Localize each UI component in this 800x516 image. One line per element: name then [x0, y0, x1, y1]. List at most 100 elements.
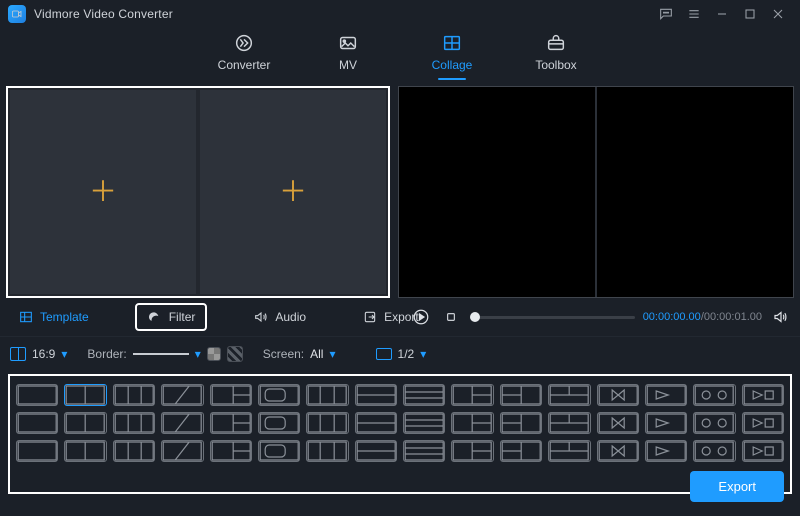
- template-thumb[interactable]: [16, 440, 58, 462]
- template-thumb[interactable]: [500, 384, 542, 406]
- template-thumb[interactable]: [451, 412, 493, 434]
- template-thumb[interactable]: [645, 384, 687, 406]
- template-thumb[interactable]: [403, 384, 445, 406]
- tab-label: Audio: [275, 310, 306, 324]
- tab-label: Filter: [169, 310, 196, 324]
- aspect-ratio-select[interactable]: 16:9 ▾: [10, 347, 67, 361]
- template-thumb[interactable]: [306, 412, 348, 434]
- stop-button[interactable]: [440, 306, 462, 328]
- add-media-icon: ＋: [89, 178, 117, 206]
- nav-label: Collage: [432, 58, 473, 72]
- export-icon: [362, 309, 378, 325]
- seek-slider[interactable]: [470, 316, 635, 319]
- template-thumb[interactable]: [210, 440, 252, 462]
- nav-mv[interactable]: MV: [320, 32, 376, 80]
- chevron-down-icon: ▾: [329, 347, 335, 361]
- feedback-icon[interactable]: [652, 0, 680, 28]
- template-thumb[interactable]: [161, 440, 203, 462]
- border-thickness-select[interactable]: [133, 353, 189, 355]
- template-thumb[interactable]: [161, 412, 203, 434]
- template-thumb[interactable]: [258, 412, 300, 434]
- template-thumb[interactable]: [548, 384, 590, 406]
- aspect-ratio-value: 16:9: [32, 347, 55, 361]
- time-current: 00:00:00.00: [643, 311, 701, 323]
- mv-icon: [337, 32, 359, 54]
- template-thumb[interactable]: [451, 440, 493, 462]
- template-thumb[interactable]: [355, 440, 397, 462]
- template-thumb[interactable]: [64, 440, 106, 462]
- page-option[interactable]: 1/2 ▾: [376, 347, 427, 361]
- template-thumb[interactable]: [113, 440, 155, 462]
- chevron-down-icon: ▾: [195, 347, 201, 361]
- template-thumb[interactable]: [645, 412, 687, 434]
- nav-converter[interactable]: Converter: [216, 32, 272, 80]
- template-thumb[interactable]: [403, 412, 445, 434]
- app-title: Vidmore Video Converter: [34, 7, 173, 21]
- template-thumb[interactable]: [306, 384, 348, 406]
- volume-button[interactable]: [770, 306, 792, 328]
- template-thumb[interactable]: [113, 384, 155, 406]
- collage-canvas: ＋ ＋: [6, 86, 390, 298]
- template-thumb[interactable]: [693, 440, 735, 462]
- template-thumb[interactable]: [500, 412, 542, 434]
- panel-tabs: Template Filter Audio Export: [0, 300, 404, 334]
- template-thumb[interactable]: [161, 384, 203, 406]
- nav-toolbox[interactable]: Toolbox: [528, 32, 584, 80]
- tab-label: Template: [40, 310, 89, 324]
- template-thumb[interactable]: [597, 440, 639, 462]
- time-display: 00:00:00.00/00:00:01.00: [643, 311, 762, 323]
- export-button[interactable]: Export: [690, 471, 784, 502]
- template-thumb[interactable]: [64, 384, 106, 406]
- collage-slot-1[interactable]: ＋: [10, 90, 196, 294]
- template-thumb[interactable]: [355, 384, 397, 406]
- tab-template[interactable]: Template: [8, 305, 99, 329]
- template-thumb[interactable]: [16, 412, 58, 434]
- seek-thumb[interactable]: [470, 312, 480, 322]
- time-total: 00:00:01.00: [704, 311, 762, 323]
- template-thumb[interactable]: [258, 384, 300, 406]
- nav-collage[interactable]: Collage: [424, 32, 480, 80]
- screen-select[interactable]: All: [310, 347, 323, 361]
- tab-audio[interactable]: Audio: [243, 305, 316, 329]
- template-thumb[interactable]: [742, 412, 784, 434]
- template-thumb[interactable]: [258, 440, 300, 462]
- template-thumb[interactable]: [742, 384, 784, 406]
- border-color-picker[interactable]: [207, 347, 221, 361]
- template-thumb[interactable]: [548, 440, 590, 462]
- maximize-icon[interactable]: [736, 0, 764, 28]
- page-label: 1/2: [398, 347, 415, 361]
- minimize-icon[interactable]: [708, 0, 736, 28]
- template-icon: [18, 309, 34, 325]
- border-style-picker[interactable]: [227, 346, 243, 362]
- template-thumb[interactable]: [548, 412, 590, 434]
- template-thumb[interactable]: [693, 412, 735, 434]
- template-thumb[interactable]: [403, 440, 445, 462]
- collage-slot-2[interactable]: ＋: [200, 90, 386, 294]
- close-icon[interactable]: [764, 0, 792, 28]
- add-media-icon: ＋: [279, 178, 307, 206]
- template-thumb[interactable]: [16, 384, 58, 406]
- player-controls: 00:00:00.00/00:00:01.00: [410, 300, 792, 334]
- preview-right: [599, 87, 793, 297]
- template-thumb[interactable]: [597, 384, 639, 406]
- template-thumb[interactable]: [64, 412, 106, 434]
- app-logo-icon: [8, 5, 26, 23]
- template-thumb[interactable]: [210, 384, 252, 406]
- template-thumb[interactable]: [355, 412, 397, 434]
- toolbox-icon: [545, 32, 567, 54]
- template-thumb[interactable]: [113, 412, 155, 434]
- template-thumb[interactable]: [451, 384, 493, 406]
- menu-icon[interactable]: [680, 0, 708, 28]
- template-thumb[interactable]: [645, 440, 687, 462]
- aspect-ratio-icon: [10, 347, 26, 361]
- template-thumb[interactable]: [597, 412, 639, 434]
- template-thumb[interactable]: [500, 440, 542, 462]
- template-thumb[interactable]: [742, 440, 784, 462]
- template-thumb[interactable]: [693, 384, 735, 406]
- border-label: Border:: [87, 347, 126, 361]
- tab-filter[interactable]: Filter: [135, 303, 208, 331]
- play-button[interactable]: [410, 306, 432, 328]
- template-thumb[interactable]: [306, 440, 348, 462]
- work-area: ＋ ＋: [0, 84, 800, 300]
- template-thumb[interactable]: [210, 412, 252, 434]
